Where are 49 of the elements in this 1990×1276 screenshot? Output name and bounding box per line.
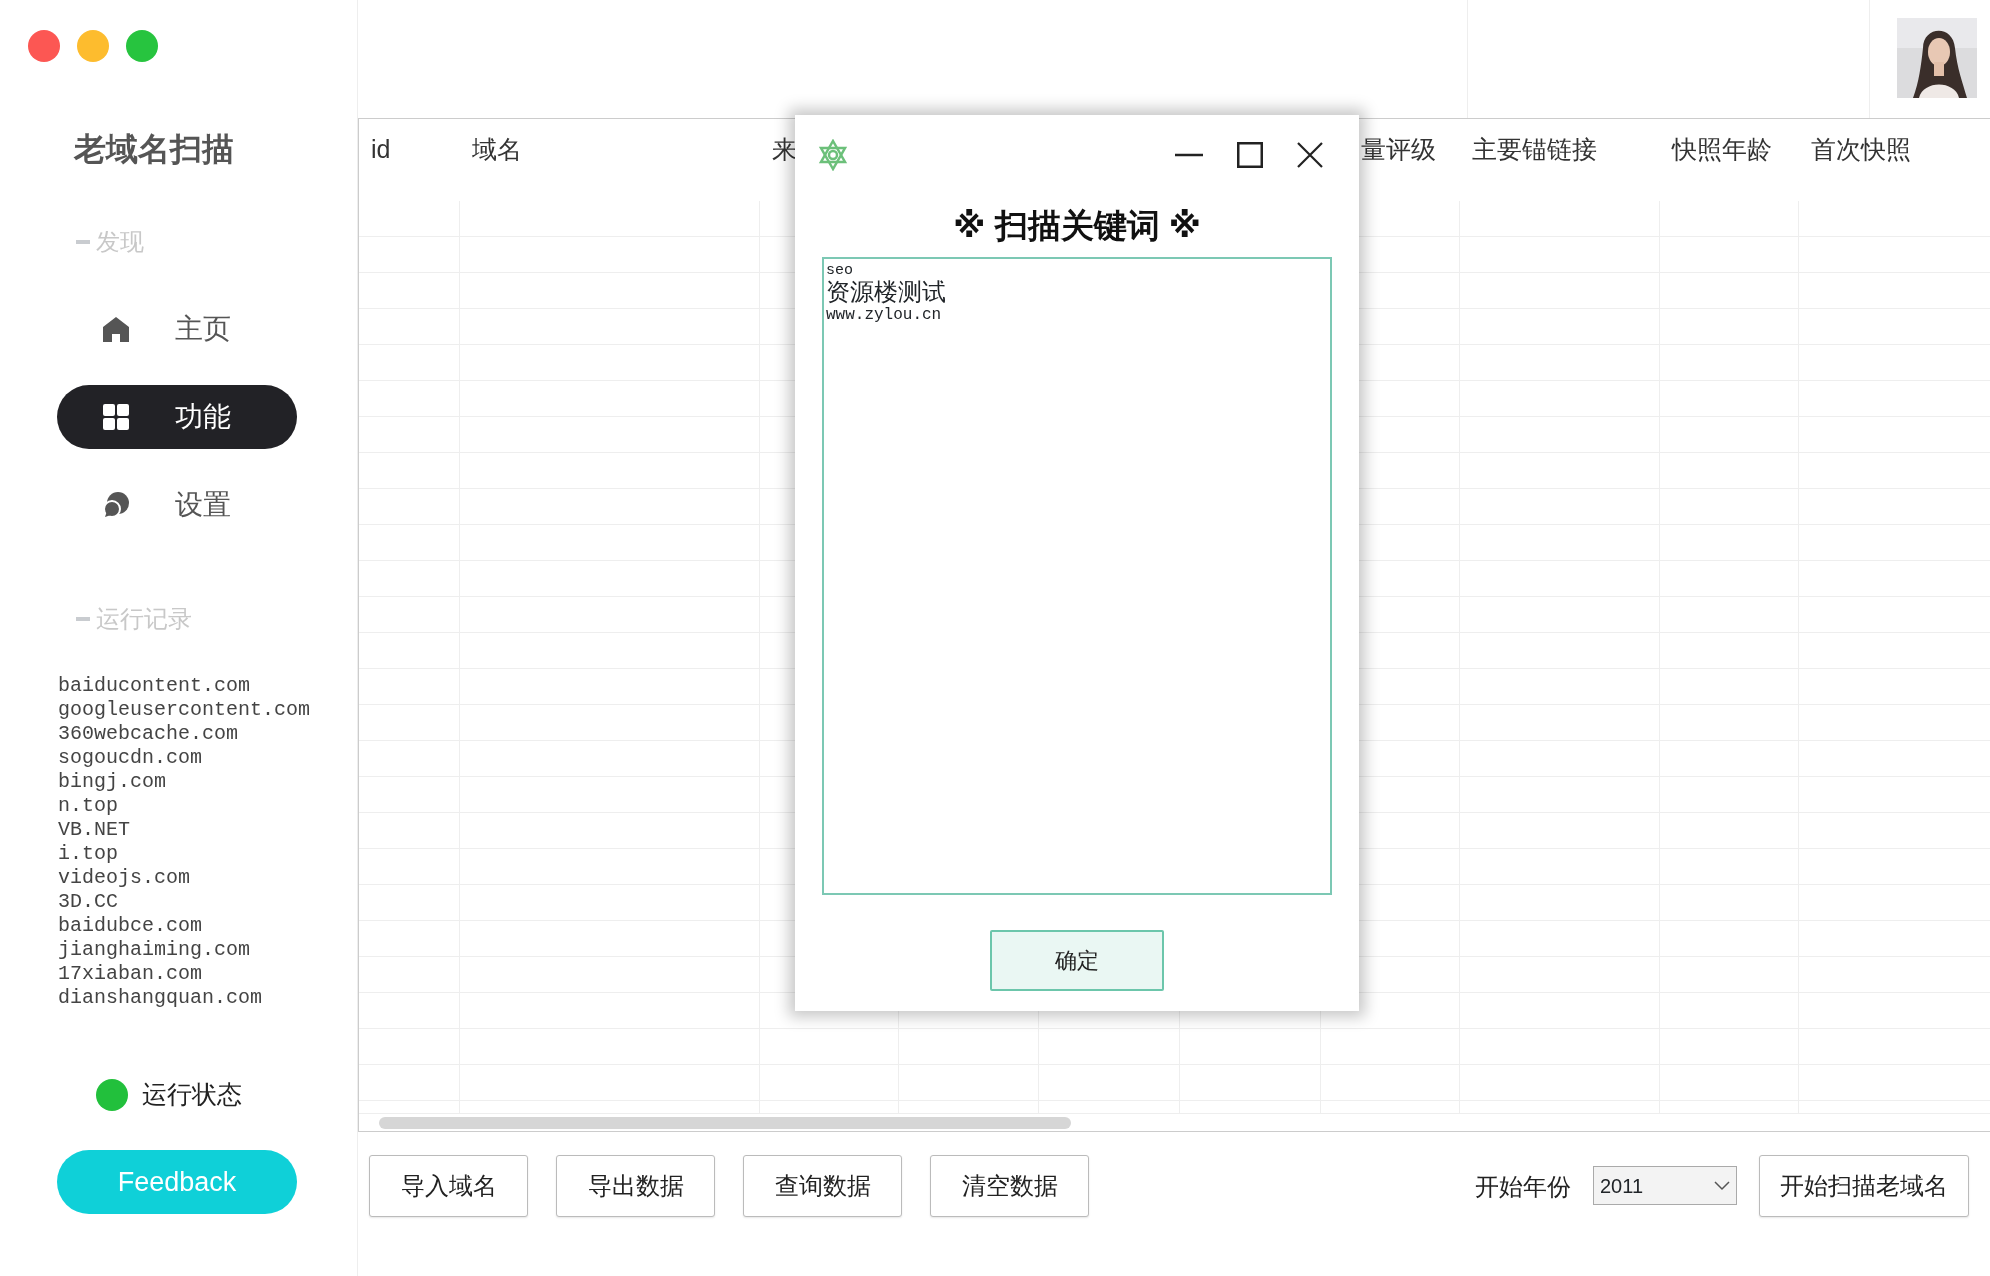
grid-icon — [101, 402, 131, 433]
minimize-light[interactable] — [77, 30, 109, 62]
log-entry: bingj.com — [58, 770, 168, 795]
close-light[interactable] — [28, 30, 60, 62]
nav-item[interactable]: 功能 — [57, 385, 297, 450]
log-entry: VB.NET — [58, 818, 131, 843]
app-title: 老域名扫描 — [74, 130, 235, 169]
status-label: 运行状态 — [142, 1079, 242, 1111]
column-header: id — [371, 135, 391, 163]
column-header: 来 — [772, 135, 797, 163]
log-entry: 17xiaban.com — [58, 962, 204, 987]
log-entry: baiducontent.com — [58, 674, 252, 699]
zoom-light[interactable] — [126, 30, 158, 62]
star-icon — [817, 139, 849, 171]
nav-item[interactable]: 主页 — [57, 297, 297, 362]
log-entry: 3D.CC — [58, 890, 119, 915]
log-entry: videojs.com — [58, 866, 192, 891]
caret-icon — [1714, 1180, 1730, 1191]
log-entry: 360webcache.com — [58, 722, 240, 747]
column-header: 首次快照 — [1811, 135, 1911, 163]
log-entry: jianghaiming.com — [58, 938, 252, 963]
column-header: 快照年龄 — [1672, 135, 1772, 163]
scrollbar-thumb[interactable] — [379, 1117, 1071, 1129]
log-entry: i.top — [58, 842, 119, 867]
log-entry: baidubce.com — [58, 914, 204, 939]
log-entry: n.top — [58, 794, 119, 819]
toolbar-button[interactable]: 查询数据 — [743, 1155, 902, 1217]
close-icon[interactable] — [1297, 142, 1323, 168]
dialog-title: ※ 扫描关键词 ※ — [953, 206, 1201, 246]
toolbar-button[interactable]: 清空数据 — [930, 1155, 1089, 1217]
year-label: 开始年份 — [1475, 1172, 1571, 1202]
year-select[interactable]: 2011 — [1593, 1166, 1737, 1205]
keywords-field[interactable]: seo 资源楼测试 www.zylou.cn — [822, 256, 1332, 895]
dash-icon — [76, 240, 90, 245]
toolbar-button[interactable]: 导入域名 — [369, 1155, 528, 1217]
nav-item[interactable]: 设置 — [57, 473, 297, 538]
log-entry: googleusercontent.com — [58, 698, 312, 723]
toolbar-button[interactable]: 导出数据 — [556, 1155, 715, 1217]
minimize-icon[interactable] — [1175, 153, 1203, 157]
dash-icon — [76, 617, 90, 622]
home-icon — [101, 314, 131, 345]
column-header: 域名 — [472, 135, 522, 163]
column-header: 量评级 — [1361, 135, 1436, 163]
confirm-button[interactable]: 确定 — [990, 929, 1164, 991]
start-scan-button[interactable]: 开始扫描老域名 — [1759, 1155, 1969, 1217]
log-entry: dianshangquan.com — [58, 986, 264, 1011]
column-header: 主要锚链接 — [1472, 135, 1597, 163]
log-entry: sogoucdn.com — [58, 746, 204, 771]
maximize-icon[interactable] — [1237, 142, 1263, 168]
